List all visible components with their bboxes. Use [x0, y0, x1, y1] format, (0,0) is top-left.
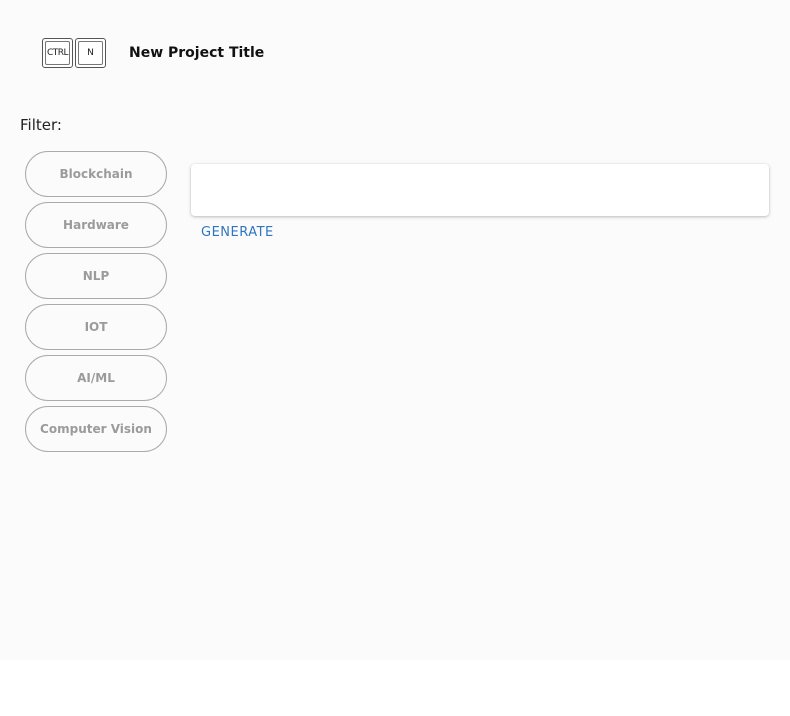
keyboard-shortcut-icon: CTRL N — [42, 38, 106, 68]
filter-chip-nlp[interactable]: NLP — [25, 253, 167, 299]
generate-button[interactable]: GENERATE — [201, 225, 274, 240]
project-title: New Project Title — [129, 45, 265, 61]
filter-list: Blockchain Hardware NLP IOT AI/ML Comput… — [25, 151, 167, 452]
filter-label: Filter: — [20, 116, 62, 134]
filter-chip-blockchain[interactable]: Blockchain — [25, 151, 167, 197]
filter-chip-computer-vision[interactable]: Computer Vision — [25, 406, 167, 452]
header: CTRL N New Project Title — [42, 37, 264, 69]
ctrl-key-icon: CTRL — [42, 38, 73, 68]
filter-chip-ai-ml[interactable]: AI/ML — [25, 355, 167, 401]
filter-chip-iot[interactable]: IOT — [25, 304, 167, 350]
app-page: CTRL N New Project Title Filter: Blockch… — [0, 0, 790, 660]
n-key-icon: N — [75, 38, 106, 68]
project-output-box — [191, 164, 769, 216]
filter-chip-hardware[interactable]: Hardware — [25, 202, 167, 248]
